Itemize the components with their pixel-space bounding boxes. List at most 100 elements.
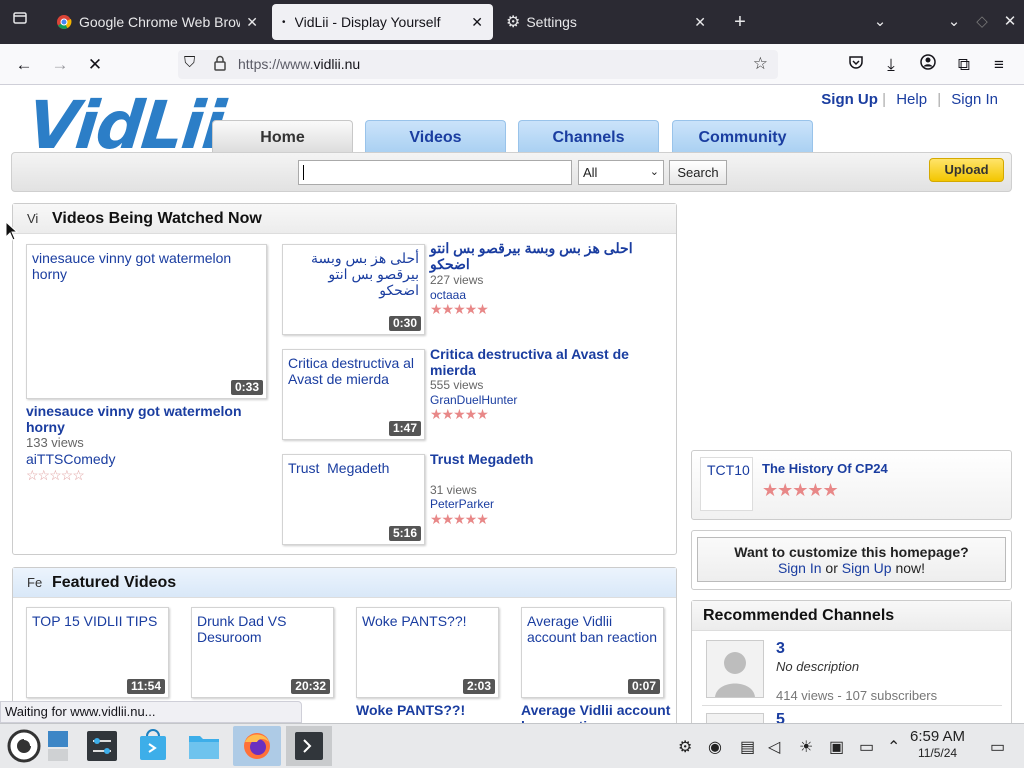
stop-icon[interactable]: ✕ (82, 52, 108, 78)
clipboard-icon[interactable]: ▤ (740, 737, 755, 757)
url-domain: vidlii.nu (313, 56, 361, 72)
network-icon[interactable]: ⚙ (678, 737, 692, 757)
video-thumbnail[interactable]: Drunk Dad VS Desuroom 20:32 (191, 607, 334, 698)
channel-name[interactable]: 5 (776, 711, 785, 723)
sign-in-link[interactable]: Sign In (778, 560, 822, 576)
featured-title: Featured Videos (52, 574, 177, 591)
video-thumbnail[interactable]: Critica destructiva al Avast de mierda 1… (282, 349, 425, 440)
url-text[interactable]: https://www.vidlii.nu (238, 56, 360, 72)
pocket-icon[interactable] (843, 52, 869, 78)
video-thumbnail[interactable]: TOP 15 VIDLII TIPS 11:54 (26, 607, 169, 698)
url-bar[interactable]: ⛉ https://www.vidlii.nu ☆ (178, 50, 778, 79)
watching-heading: Vi Videos Being Watched Now (13, 204, 676, 234)
display-icon[interactable]: ▭ (859, 737, 874, 757)
close-icon[interactable]: ✕ (246, 14, 258, 31)
avatar[interactable] (706, 640, 764, 698)
tab-overview-icon[interactable] (8, 10, 32, 34)
channel-name[interactable]: 3 (776, 640, 785, 658)
nav-community[interactable]: Community (672, 120, 813, 153)
thumb-alt-text: TOP 15 VIDLII TIPS (32, 613, 158, 629)
file-manager-icon[interactable] (186, 728, 222, 764)
discover-store-icon[interactable] (135, 728, 171, 764)
back-icon[interactable]: ← (11, 52, 37, 78)
show-desktop-icon[interactable]: ▭ (990, 737, 1005, 757)
account-icon[interactable] (915, 52, 941, 78)
category-select[interactable]: All ⌄ (578, 160, 664, 185)
storage-icon[interactable]: ▣ (829, 737, 844, 757)
video-title[interactable]: vinesauce vinny got watermelon horny (26, 403, 266, 435)
tab-vidlii[interactable]: • VidLii - Display Yourself ✕ (272, 4, 493, 40)
video-title[interactable]: The History Of CP24 (762, 461, 888, 476)
search-button[interactable]: Search (669, 160, 727, 185)
shield-icon[interactable]: ⛉ (184, 54, 195, 71)
tab-chrome[interactable]: Google Chrome Web Brow ✕ (46, 4, 268, 40)
system-settings-icon[interactable] (84, 728, 120, 764)
forward-icon[interactable]: → (47, 52, 73, 78)
sign-up-link[interactable]: Sign Up (842, 560, 892, 576)
terminal-taskbar-button[interactable] (286, 726, 332, 766)
sign-in-link[interactable]: Sign In (945, 91, 1004, 108)
extensions-icon[interactable]: ⧉ (951, 52, 977, 78)
nav-videos[interactable]: Videos (365, 120, 506, 153)
nav-home[interactable]: Home (212, 120, 353, 153)
video-title[interactable]: احلى هز بس وبسة بيرقصو بس انتو اضحكو (430, 240, 644, 272)
bookmark-star-icon[interactable]: ☆ (753, 54, 768, 74)
video-thumbnail[interactable]: Woke PANTS??! 2:03 (356, 607, 499, 698)
close-icon[interactable]: ✕ (471, 14, 483, 31)
search-input[interactable] (298, 160, 572, 185)
author-link[interactable]: PeterParker (430, 497, 494, 511)
brightness-icon[interactable]: ☀ (799, 737, 813, 757)
tab-settings[interactable]: ⚙ Settings ✕ (496, 4, 716, 40)
nav-channels[interactable]: Channels (518, 120, 659, 153)
video-title[interactable]: Trust Megadeth (430, 451, 644, 467)
duration-badge: 0:30 (388, 316, 421, 331)
video-thumbnail[interactable]: Average Vidlii account ban reaction 0:07 (521, 607, 664, 698)
thumb-alt-text: Trust Megadeth (288, 460, 390, 476)
upload-button[interactable]: Upload (929, 158, 1004, 182)
duration-badge: 2:03 (462, 679, 495, 694)
gear-icon: ⚙ (506, 14, 521, 31)
video-thumbnail[interactable]: TCT10 (700, 457, 753, 511)
menu-icon[interactable]: ≡ (986, 52, 1012, 78)
channel-stats: 414 views - 107 subscribers (776, 688, 938, 703)
expand-tray-icon[interactable]: ⌃ (887, 737, 900, 757)
download-icon[interactable]: ⤓ (878, 52, 904, 78)
divider (702, 705, 1002, 706)
video-title[interactable]: Critica destructiva al Avast de mierda (430, 346, 644, 378)
clock-date: 11/5/24 (917, 746, 958, 760)
clock[interactable]: 6:59 AM 11/5/24 (910, 728, 965, 762)
web-page: VidLii Sign Up | Help | Sign In Home Vid… (0, 85, 1024, 723)
view-count: 555 views (430, 378, 484, 392)
maximize-icon[interactable]: ◇ (970, 10, 994, 34)
mouse-cursor-icon (5, 221, 19, 241)
avatar[interactable] (706, 713, 764, 723)
desktop-pager-icon[interactable] (46, 728, 82, 764)
now-text: now! (895, 560, 926, 576)
featured-box: Fe Featured Videos TOP 15 VIDLII TIPS 11… (12, 567, 677, 723)
firefox-taskbar-button[interactable] (233, 726, 281, 766)
close-icon[interactable]: ✕ (694, 14, 706, 31)
sign-up-link[interactable]: Sign Up (821, 91, 878, 108)
list-tabs-icon[interactable]: ⌄ (868, 10, 892, 34)
video-thumbnail[interactable]: أحلى هز بس وبسة بيرقصو بس انتو اضحكو 0:3… (282, 244, 425, 335)
help-link[interactable]: Help (890, 91, 933, 108)
app-launcher-icon[interactable] (6, 728, 42, 764)
minimize-icon[interactable]: ⌄ (942, 10, 966, 34)
new-tab-icon[interactable]: + (728, 10, 752, 34)
volume-muted-icon[interactable]: ◁ (768, 737, 780, 757)
lock-icon[interactable] (214, 55, 226, 74)
author-link[interactable]: octaaa (430, 288, 466, 302)
author-link[interactable]: GranDuelHunter (430, 393, 517, 407)
video-title[interactable]: Average Vidlii account ban reaction (521, 702, 671, 723)
video-title[interactable]: Woke PANTS??! (356, 702, 506, 718)
tab-title: VidLii - Display Yourself (294, 14, 441, 30)
rating-stars: ★★★★★ (762, 480, 839, 500)
firefox-icon (244, 733, 270, 759)
search-strip: All ⌄ Search Upload (11, 152, 1012, 192)
video-thumbnail[interactable]: vinesauce vinny got watermelon horny 0:3… (26, 244, 267, 399)
window-close-icon[interactable]: ✕ (998, 10, 1022, 34)
taskbar: ⚙ ◉ ▤ ◁ ☀ ▣ ▭ ⌃ 6:59 AM 11/5/24 ▭ (0, 723, 1024, 768)
vpn-icon[interactable]: ◉ (708, 737, 722, 757)
author-link[interactable]: aiTTSComedy (26, 451, 115, 467)
video-thumbnail[interactable]: Trust Megadeth 5:16 (282, 454, 425, 545)
